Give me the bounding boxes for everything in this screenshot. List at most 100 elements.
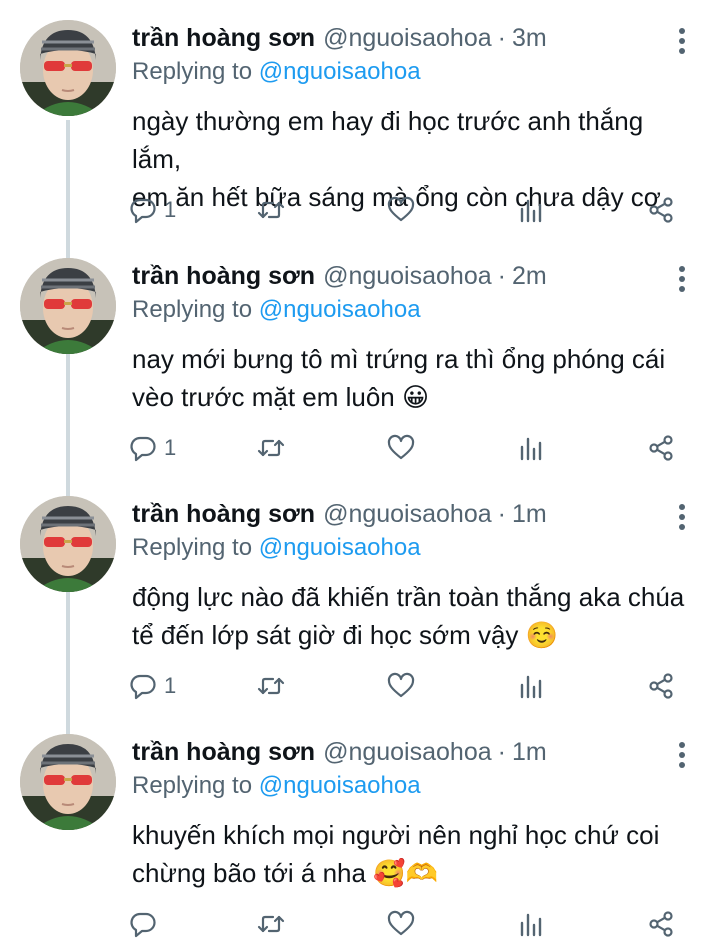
avatar[interactable] [20,20,116,116]
separator-dot: · [497,738,506,766]
analytics-icon [516,909,546,939]
like-button[interactable] [386,428,416,468]
action-bar: 1 [128,190,688,230]
reply-count: 1 [164,197,177,222]
replying-to-mention[interactable]: @nguoisaohoa [259,58,421,85]
more-vertical-icon[interactable] [672,740,692,770]
retweet-icon [256,671,286,701]
tweet[interactable]: trần hoàng sơn @nguoisaohoa · 3m Replyin… [0,0,720,238]
display-name[interactable]: trần hoàng sơn [132,500,315,529]
reply-button[interactable]: 1 [128,666,176,706]
retweet-icon [256,195,286,225]
action-bar [128,904,688,944]
reply-button[interactable]: 1 [128,428,176,468]
avatar[interactable] [20,496,116,592]
share-button[interactable] [646,666,676,706]
retweet-button[interactable] [256,666,286,706]
more-vertical-icon[interactable] [672,264,692,294]
reply-icon [128,909,158,939]
views-button[interactable] [516,428,546,468]
emoji: 😀 [402,383,430,413]
display-name[interactable]: trần hoàng sơn [132,738,315,767]
share-button[interactable] [646,428,676,468]
user-handle[interactable]: @nguoisaohoa [323,738,492,767]
timestamp[interactable]: 1m [512,738,547,767]
share-button[interactable] [646,190,676,230]
reply-thread: trần hoàng sơn @nguoisaohoa · 3m Replyin… [0,0,720,950]
reply-icon [128,671,158,701]
replying-to-mention[interactable]: @nguoisaohoa [259,772,421,799]
more-vertical-icon[interactable] [672,26,692,56]
tweet-text-line-1: động lực nào đã khiến trần toàn thắng ak… [132,582,685,612]
heart-icon [386,195,416,225]
like-button[interactable] [386,666,416,706]
analytics-icon [516,671,546,701]
views-button[interactable] [516,666,546,706]
views-button[interactable] [516,904,546,944]
retweet-button[interactable] [256,190,286,230]
display-name[interactable]: trần hoàng sơn [132,24,315,53]
like-button[interactable] [386,190,416,230]
reply-count: 1 [164,435,177,460]
timestamp[interactable]: 3m [512,24,547,53]
tweet-text-line-2: chừng bão tới á nha 🥰🫶 [132,858,438,889]
display-name[interactable]: trần hoàng sơn [132,262,315,291]
tweet-text: động lực nào đã khiến trần toàn thắng ak… [132,578,692,655]
replying-to: Replying to @nguoisaohoa [132,534,421,562]
heart-icon [386,671,416,701]
share-icon [646,909,676,939]
tweet-text-line-1: ngày thường em hay đi học trước anh thắn… [132,106,644,174]
separator-dot: · [497,262,506,290]
heart-icon [386,909,416,939]
views-button[interactable] [516,190,546,230]
replying-to-label: Replying to [132,58,253,85]
analytics-icon [516,195,546,225]
reply-icon [128,195,158,225]
replying-to: Replying to @nguoisaohoa [132,296,421,324]
replying-to-label: Replying to [132,772,253,799]
avatar[interactable] [20,734,116,830]
separator-dot: · [497,24,506,52]
retweet-button[interactable] [256,904,286,944]
reply-button[interactable] [128,904,164,944]
separator-dot: · [497,500,506,528]
timestamp[interactable]: 1m [512,500,547,529]
like-button[interactable] [386,904,416,944]
emoji: ☺️ [525,621,559,651]
timestamp[interactable]: 2m [512,262,547,291]
retweet-button[interactable] [256,428,286,468]
tweet-text-line-1: nay mới bưng tô mì trứng ra thì ổng phón… [132,344,666,374]
tweet-text-line-1: khuyến khích mọi người nên nghỉ học chứ … [132,820,660,850]
tweet[interactable]: trần hoàng sơn @nguoisaohoa · 1m Replyin… [0,476,720,714]
replying-to-mention[interactable]: @nguoisaohoa [259,534,421,561]
tweet[interactable]: trần hoàng sơn @nguoisaohoa · 2m Replyin… [0,238,720,476]
reply-icon [128,433,158,463]
user-handle[interactable]: @nguoisaohoa [323,500,492,529]
retweet-icon [256,433,286,463]
share-icon [646,433,676,463]
share-icon [646,195,676,225]
tweet-text: nay mới bưng tô mì trứng ra thì ổng phón… [132,340,692,417]
reply-button[interactable]: 1 [128,190,176,230]
replying-to-mention[interactable]: @nguoisaohoa [259,296,421,323]
tweet-text: khuyến khích mọi người nên nghỉ học chứ … [132,816,692,893]
heart-icon [386,433,416,463]
more-vertical-icon[interactable] [672,502,692,532]
user-handle[interactable]: @nguoisaohoa [323,262,492,291]
replying-to-label: Replying to [132,534,253,561]
share-icon [646,671,676,701]
avatar[interactable] [20,258,116,354]
user-handle[interactable]: @nguoisaohoa [323,24,492,53]
emoji: 🥰🫶 [373,859,438,889]
replying-to: Replying to @nguoisaohoa [132,772,421,800]
share-button[interactable] [646,904,676,944]
retweet-icon [256,909,286,939]
action-bar: 1 [128,666,688,706]
analytics-icon [516,433,546,463]
tweet[interactable]: trần hoàng sơn @nguoisaohoa · 1m Replyin… [0,714,720,950]
replying-to-label: Replying to [132,296,253,323]
replying-to: Replying to @nguoisaohoa [132,58,421,86]
action-bar: 1 [128,428,688,468]
tweet-text-line-2: vèo trước mặt em luôn 😀 [132,382,430,413]
tweet-text-line-2: tể đến lớp sát giờ đi học sớm vậy ☺️ [132,620,559,651]
